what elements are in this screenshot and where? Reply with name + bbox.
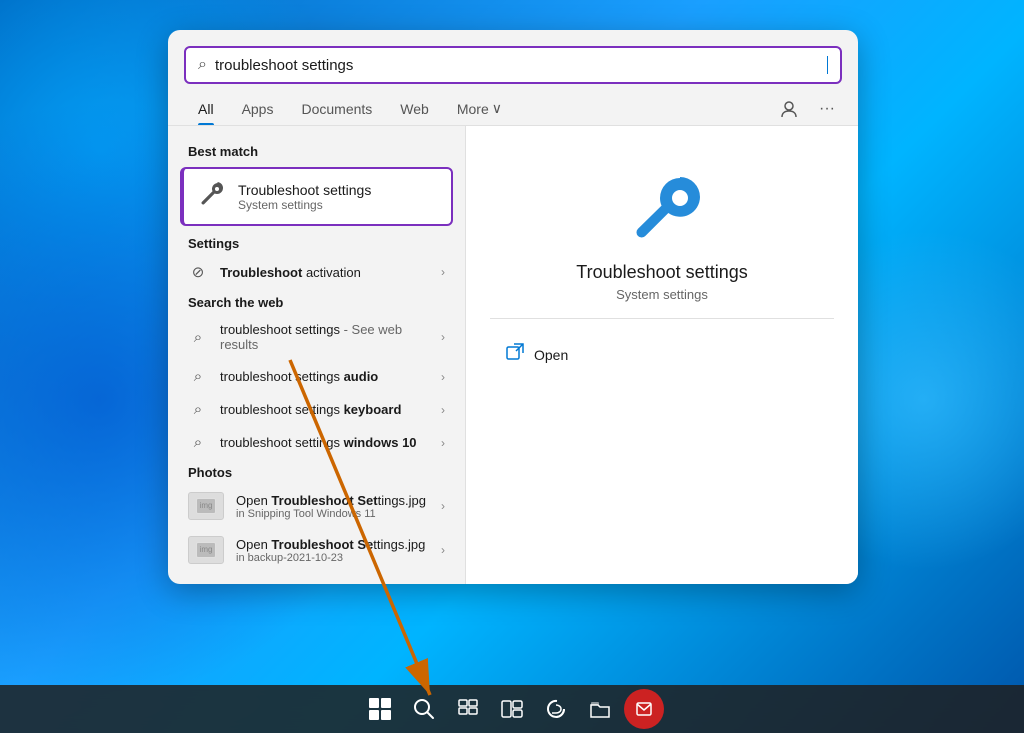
photo-thumb-2: img: [188, 536, 224, 564]
taskbar-windows-start[interactable]: [360, 689, 400, 729]
result-item-web-4[interactable]: ⌕ troubleshoot settings windows 10 ›: [168, 426, 465, 459]
task-view-icon: [457, 698, 479, 720]
search-input[interactable]: troubleshoot settings: [215, 57, 819, 74]
tab-all[interactable]: All: [184, 93, 228, 125]
taskbar: [0, 685, 1024, 733]
tab-more-label: More: [457, 101, 489, 117]
file-explorer-icon: [589, 699, 611, 719]
tab-web[interactable]: Web: [386, 93, 443, 125]
search-bar[interactable]: ⌕ troubleshoot settings: [184, 46, 842, 84]
chevron-down-icon: ∨: [492, 100, 502, 117]
search-web-icon-3: ⌕: [188, 401, 208, 418]
taskbar-email[interactable]: [624, 689, 664, 729]
search-panel: ⌕ troubleshoot settings All Apps Documen…: [168, 30, 858, 584]
wrench-icon: [198, 179, 226, 214]
taskbar-search-icon: [413, 698, 435, 720]
right-panel: Troubleshoot settings System settings Op…: [465, 126, 858, 584]
chevron-right-icon-3: ›: [441, 370, 445, 384]
result-text-photo-2: Open Troubleshoot Settings.jpg in backup…: [236, 537, 429, 564]
snap-layout-icon: [501, 700, 523, 718]
profile-button[interactable]: [774, 94, 804, 124]
result-item-web-1[interactable]: ⌕ troubleshoot settings - See web result…: [168, 314, 465, 360]
taskbar-edge[interactable]: [536, 689, 576, 729]
search-web-icon-2: ⌕: [188, 368, 208, 385]
result-item-photo-2[interactable]: img Open Troubleshoot Settings.jpg in ba…: [168, 528, 465, 572]
tab-documents[interactable]: Documents: [287, 93, 386, 125]
result-item-web-3[interactable]: ⌕ troubleshoot settings keyboard ›: [168, 393, 465, 426]
ellipsis-icon: ···: [819, 100, 835, 118]
result-text-web-2: troubleshoot settings audio: [220, 369, 429, 384]
best-match-label: Best match: [168, 138, 465, 163]
open-external-icon: [506, 343, 524, 366]
result-item-photo-1[interactable]: img Open Troubleshoot Settings.jpg in Sn…: [168, 484, 465, 528]
chevron-right-icon-7: ›: [441, 543, 445, 557]
search-bar-wrapper: ⌕ troubleshoot settings: [168, 30, 858, 84]
email-icon: [636, 702, 652, 716]
best-match-text: Troubleshoot settings System settings: [238, 182, 371, 212]
settings-icon: ⊘: [188, 263, 208, 281]
detail-wrench-icon: [622, 166, 702, 246]
windows-logo-icon: [369, 698, 391, 720]
chevron-right-icon-6: ›: [441, 499, 445, 513]
tab-apps[interactable]: Apps: [228, 93, 288, 125]
photo-thumb-1: img: [188, 492, 224, 520]
search-web-icon-4: ⌕: [188, 434, 208, 451]
detail-icon-wrap: [622, 166, 702, 246]
chevron-right-icon-2: ›: [441, 330, 445, 344]
search-cursor: [827, 56, 828, 74]
main-content: Best match Troubleshoot settings System …: [168, 126, 858, 584]
result-text-web-1: troubleshoot settings - See web results: [220, 322, 429, 352]
tab-more[interactable]: More ∨: [443, 92, 516, 125]
result-text-web-3: troubleshoot settings keyboard: [220, 402, 429, 417]
web-section-label: Search the web: [168, 289, 465, 314]
best-match-title: Troubleshoot settings: [238, 182, 371, 198]
edge-icon: [545, 698, 567, 720]
chevron-right-icon-4: ›: [441, 403, 445, 417]
detail-divider: [490, 318, 834, 319]
search-web-icon-1: ⌕: [188, 329, 208, 346]
detail-open-label: Open: [534, 347, 568, 363]
tabs-row: All Apps Documents Web More ∨ ···: [168, 84, 858, 126]
settings-section-label: Settings: [168, 230, 465, 255]
taskbar-file-explorer[interactable]: [580, 689, 620, 729]
result-item-web-2[interactable]: ⌕ troubleshoot settings audio ›: [168, 360, 465, 393]
tabs-actions: ···: [774, 94, 842, 124]
svg-text:img: img: [200, 545, 213, 554]
person-icon: [780, 100, 798, 118]
taskbar-task-view[interactable]: [448, 689, 488, 729]
result-text-web-4: troubleshoot settings windows 10: [220, 435, 429, 450]
taskbar-search[interactable]: [404, 689, 444, 729]
more-options-button[interactable]: ···: [812, 94, 842, 124]
best-match-item[interactable]: Troubleshoot settings System settings: [180, 167, 453, 226]
photos-section-label: Photos: [168, 459, 465, 484]
detail-open-button[interactable]: Open: [490, 335, 834, 374]
taskbar-snap-layout[interactable]: [492, 689, 532, 729]
result-text-activation: Troubleshoot activation: [220, 265, 429, 280]
chevron-right-icon-5: ›: [441, 436, 445, 450]
svg-text:img: img: [200, 501, 213, 510]
detail-subtitle: System settings: [616, 287, 708, 302]
result-text-photo-1: Open Troubleshoot Settings.jpg in Snippi…: [236, 493, 429, 520]
left-panel: Best match Troubleshoot settings System …: [168, 126, 465, 584]
best-match-subtitle: System settings: [238, 198, 371, 212]
chevron-right-icon: ›: [441, 265, 445, 279]
detail-title: Troubleshoot settings: [576, 262, 747, 283]
search-icon: ⌕: [198, 56, 207, 74]
result-item-troubleshoot-activation[interactable]: ⊘ Troubleshoot activation ›: [168, 255, 465, 289]
